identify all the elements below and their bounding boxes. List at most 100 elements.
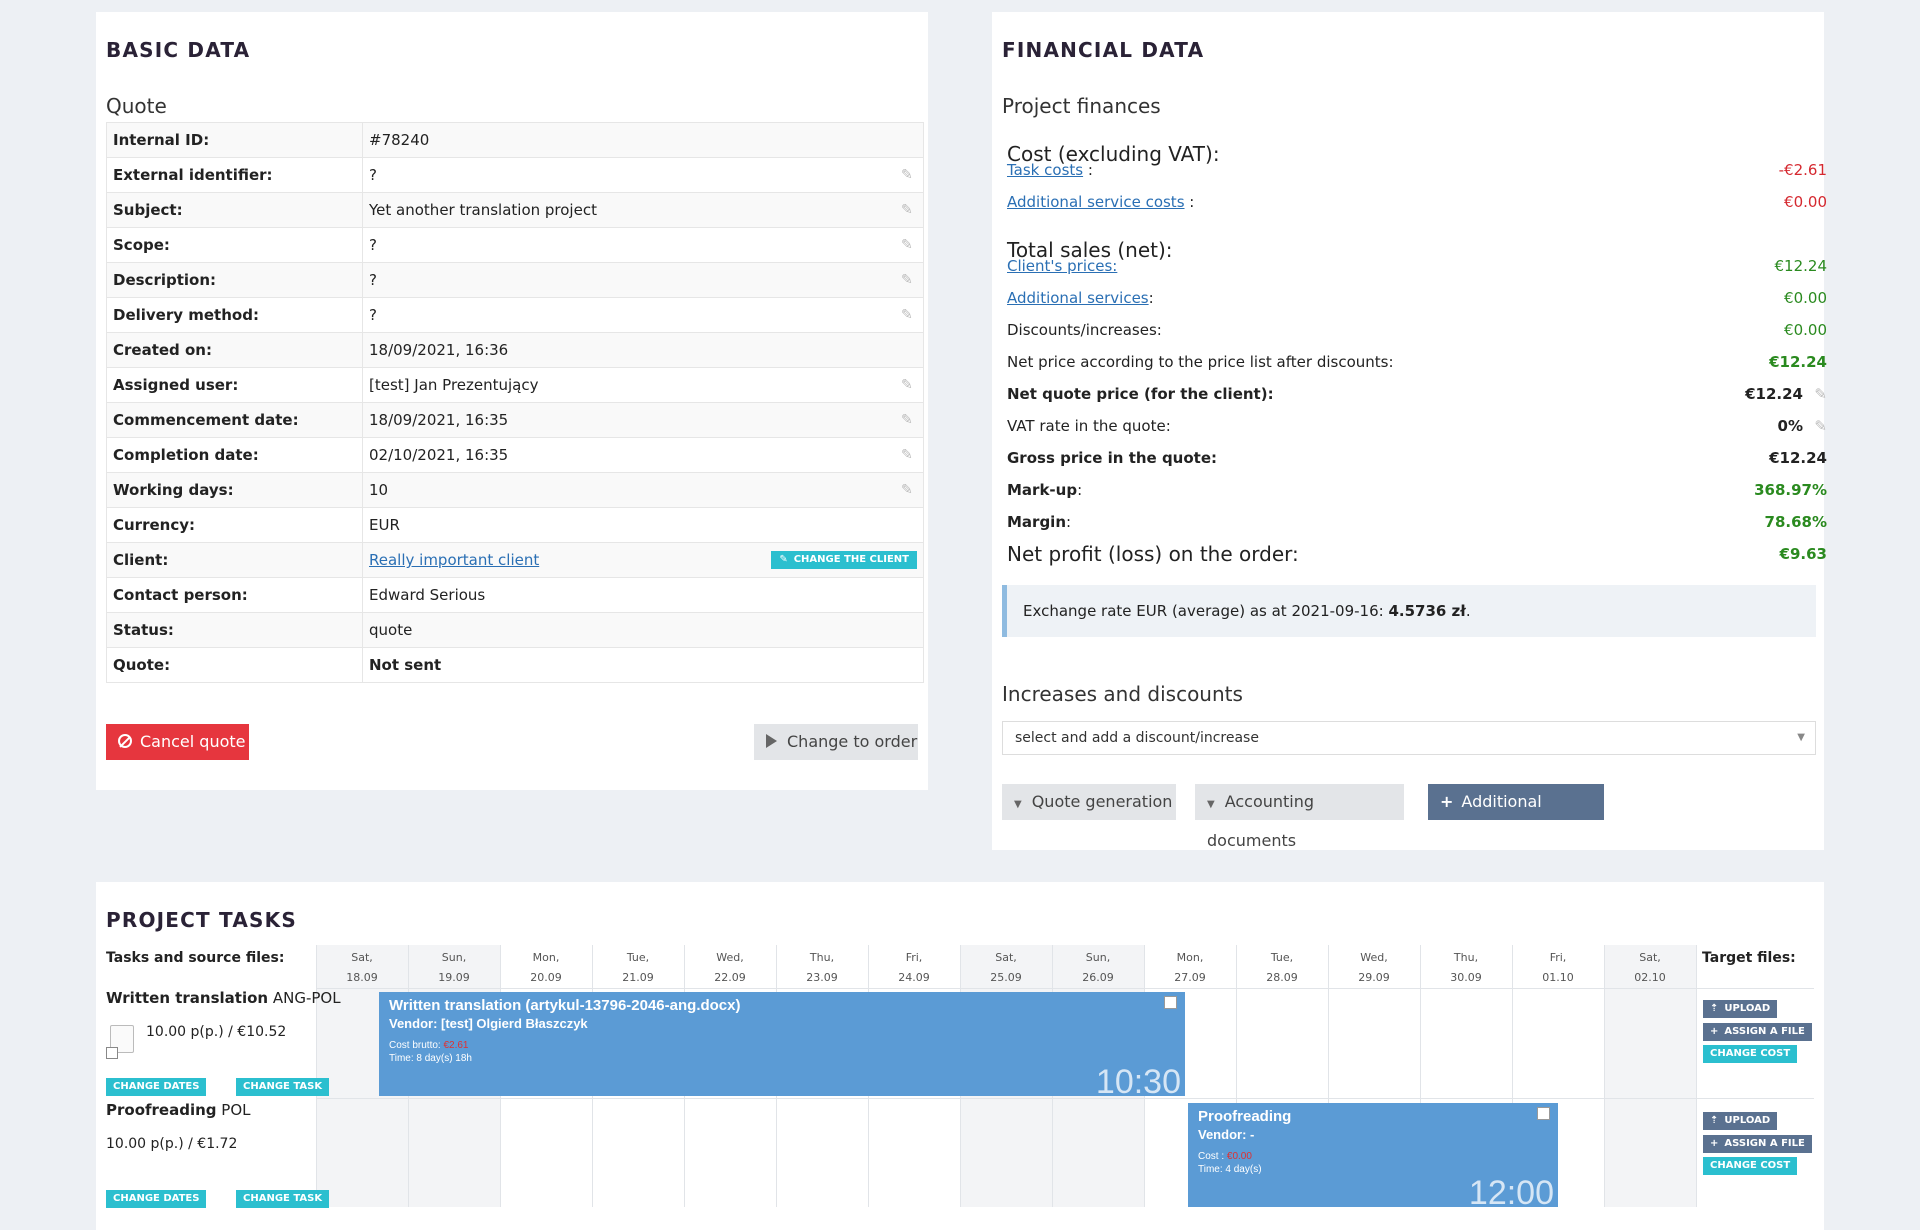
exchange-rate-value: 4.5736 zł — [1388, 602, 1466, 620]
task1-change-cost-button[interactable]: CHANGE COST — [1703, 1045, 1798, 1063]
basic-data-value-cell: Yet another translation project ✎ — [362, 192, 924, 228]
discounts-value: €0.00 — [1784, 321, 1827, 339]
additional-service-costs-link[interactable]: Additional service costs — [1007, 193, 1185, 211]
task1-assign-file-button[interactable]: + ASSIGN A FILE — [1703, 1023, 1812, 1041]
quote-section-title: Quote — [106, 94, 167, 118]
cancel-quote-button[interactable]: Cancel quote — [106, 724, 249, 760]
quote-generation-button[interactable]: ▼ Quote generation — [1002, 784, 1176, 820]
pencil-icon[interactable]: ✎ — [901, 308, 917, 322]
gantt-day-date: 20.09 — [530, 971, 562, 984]
task2-upload-button[interactable]: ⇡ UPLOAD — [1703, 1112, 1778, 1130]
basic-data-value: EUR — [369, 516, 400, 534]
financial-data-title: FINANCIAL DATA — [1002, 38, 1205, 62]
pencil-icon[interactable]: ✎ — [901, 203, 917, 217]
task2-gantt-bar[interactable]: Proofreading Vendor: - Cost : €0.00 Time… — [1188, 1103, 1558, 1207]
additional-services-link[interactable]: Additional services — [1007, 289, 1149, 307]
clients-prices-row: Client's prices: €12.24 — [1007, 250, 1827, 282]
task1-file-checkbox[interactable] — [106, 1047, 118, 1059]
change-to-order-label: Change to order — [787, 732, 918, 751]
basic-data-label: Scope: — [106, 227, 363, 263]
pencil-icon[interactable]: ✎ — [901, 273, 917, 287]
gantt-day-name: Sun, — [441, 951, 467, 964]
task1-upload-button[interactable]: ⇡ UPLOAD — [1703, 1000, 1778, 1018]
task2-change-dates-button[interactable]: CHANGE DATES — [106, 1190, 207, 1208]
basic-data-value-cell: ? ✎ — [362, 227, 924, 263]
basic-data-label: Quote: — [106, 647, 363, 683]
net-after-discounts-value: €12.24 — [1769, 353, 1827, 371]
discounts-label: Discounts/increases: — [1007, 321, 1162, 339]
task1-cost-value: €2.61 — [443, 1040, 469, 1051]
pencil-icon[interactable]: ✎ — [901, 238, 917, 252]
clients-prices-link[interactable]: Client's prices: — [1007, 257, 1117, 275]
gantt-day-date: 02.10 — [1634, 971, 1666, 984]
change-client-button[interactable]: ✎ CHANGE THE CLIENT — [771, 551, 917, 569]
additional-service-costs-row: Additional service costs : €0.00 — [1007, 186, 1827, 218]
net-quote-value: €12.24 — [1745, 385, 1803, 403]
markup-value: 368.97% — [1754, 481, 1827, 499]
gantt-day-date: 29.09 — [1358, 971, 1390, 984]
task1-change-task-button[interactable]: CHANGE TASK — [236, 1078, 330, 1096]
task2-assign-file-button[interactable]: + ASSIGN A FILE — [1703, 1135, 1812, 1153]
project-tasks-title: PROJECT TASKS — [106, 908, 297, 932]
task1-bar-checkbox[interactable] — [1164, 996, 1177, 1009]
gantt-day-date: 24.09 — [898, 971, 930, 984]
task2-price: 10.00 p(p.) / €1.72 — [106, 1136, 238, 1152]
gantt-day-name: Sun, — [1085, 951, 1111, 964]
basic-data-label: Internal ID: — [106, 122, 363, 158]
basic-data-row: Currency: EUR — [106, 507, 924, 543]
task1-name-bold: Written translation — [106, 989, 269, 1007]
task2-change-task-button[interactable]: CHANGE TASK — [236, 1190, 330, 1208]
basic-data-row: Commencement date: 18/09/2021, 16:35 ✎ — [106, 402, 924, 438]
basic-data-row: Internal ID: #78240 — [106, 122, 924, 158]
basic-data-value: 02/10/2021, 16:35 — [369, 446, 509, 464]
gantt-day-name: Fri, — [905, 951, 923, 964]
task-costs-row: Task costs : -€2.61 — [1007, 154, 1827, 186]
gantt-day-name: Fri, — [1549, 951, 1567, 964]
task2-name-bold: Proofreading — [106, 1101, 217, 1119]
pencil-icon[interactable]: ✎ — [901, 448, 917, 462]
gantt-day-date: 28.09 — [1266, 971, 1298, 984]
edit-vat-icon[interactable]: ✎ — [1814, 410, 1827, 442]
basic-data-value: ? — [369, 236, 377, 254]
pencil-icon[interactable]: ✎ — [901, 168, 917, 182]
client-link[interactable]: Really important client — [369, 551, 539, 569]
gantt-day-name: Mon, — [1176, 951, 1204, 964]
pencil-icon[interactable]: ✎ — [901, 413, 917, 427]
gantt-day-date: 27.09 — [1174, 971, 1206, 984]
additional-service-button[interactable]: + Additional service — [1428, 784, 1604, 847]
target-files-label: Target files: — [1702, 950, 1796, 966]
basic-data-value-cell: ? ✎ — [362, 262, 924, 298]
basic-data-row: Contact person: Edward Serious — [106, 577, 924, 613]
basic-data-value-cell: [test] Jan Prezentujący ✎ — [362, 367, 924, 403]
edit-net-quote-icon[interactable]: ✎ — [1814, 378, 1827, 410]
exchange-rate-note: Exchange rate EUR (average) as at 2021-0… — [1002, 585, 1816, 637]
basic-data-label: External identifier: — [106, 157, 363, 193]
net-after-discounts-row: Net price according to the price list af… — [1007, 346, 1827, 378]
basic-data-value-cell: Edward Serious — [362, 577, 924, 613]
basic-data-label: Commencement date: — [106, 402, 363, 438]
gantt-end-line — [1696, 945, 1697, 1207]
pencil-icon[interactable]: ✎ — [901, 378, 917, 392]
task2-change-cost-button[interactable]: CHANGE COST — [1703, 1157, 1798, 1175]
task2-bar-checkbox[interactable] — [1537, 1107, 1550, 1120]
change-to-order-button[interactable]: Change to order — [754, 724, 918, 760]
task-costs-link[interactable]: Task costs — [1007, 161, 1083, 179]
accounting-documents-button[interactable]: ▼ Accounting documents — [1195, 784, 1404, 850]
pencil-icon[interactable]: ✎ — [901, 483, 917, 497]
gantt-day-name: Thu, — [1453, 951, 1479, 964]
project-finances-title: Project finances — [1002, 94, 1161, 118]
basic-data-value-cell: 18/09/2021, 16:36 — [362, 332, 924, 368]
task1-bar-title: Written translation (artykul-13796-2046-… — [389, 997, 741, 1014]
discount-select-placeholder: select and add a discount/increase — [1015, 730, 1259, 746]
task1-gantt-bar[interactable]: Written translation (artykul-13796-2046-… — [379, 992, 1185, 1096]
task1-change-dates-button[interactable]: CHANGE DATES — [106, 1078, 207, 1096]
profit-row: Net profit (loss) on the order: €9.63 — [1007, 538, 1827, 570]
gantt-day-date: 22.09 — [714, 971, 746, 984]
basic-data-row: Completion date: 02/10/2021, 16:35 ✎ — [106, 437, 924, 473]
basic-data-row: External identifier:? ✎ — [106, 157, 924, 193]
discount-select[interactable]: select and add a discount/increase ▼ — [1002, 721, 1816, 755]
task1-vendor: Vendor: [test] Olgierd Błaszczyk — [389, 1016, 588, 1031]
task2-bar-title: Proofreading — [1198, 1108, 1292, 1125]
gantt-day-name: Tue, — [1270, 951, 1294, 964]
gross-value: €12.24 — [1769, 449, 1827, 467]
